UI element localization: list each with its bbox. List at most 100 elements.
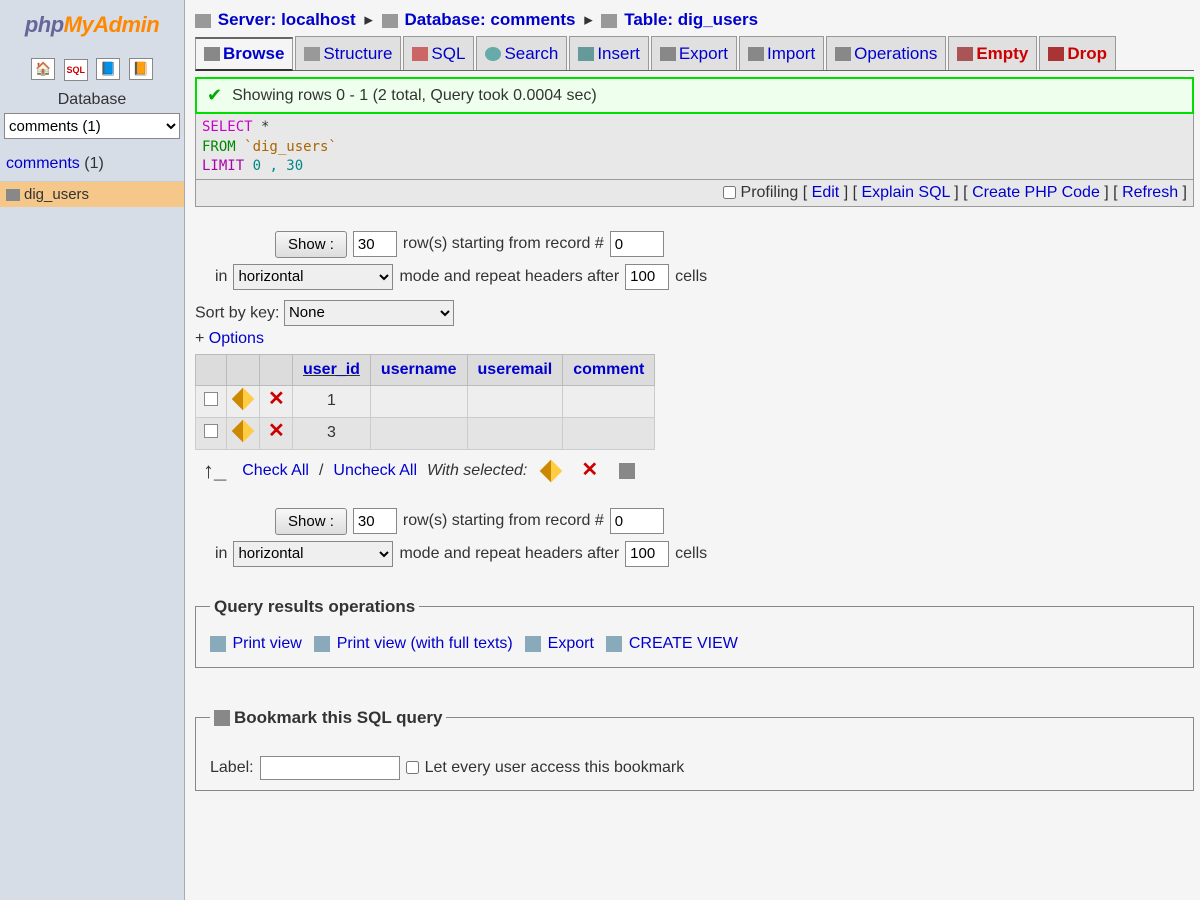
export-icon (660, 47, 676, 61)
empty-icon (957, 47, 973, 61)
database-label: Database (0, 91, 184, 109)
explain-sql-link[interactable]: Explain SQL (861, 184, 949, 201)
options-toggle[interactable]: + Options (195, 330, 1194, 348)
tab-import[interactable]: Import (739, 36, 824, 70)
tab-insert[interactable]: Insert (569, 36, 649, 70)
sql-actions: Profiling [ Edit ] [ Explain SQL ] [ Cre… (195, 180, 1194, 207)
tab-browse[interactable]: Browse (195, 37, 293, 71)
th-comment[interactable]: comment (563, 354, 655, 385)
check-icon: ✔ (207, 85, 222, 106)
tab-search[interactable]: Search (476, 36, 567, 70)
breadcrumb: Server: localhost ▸ Database: comments ▸… (195, 6, 1194, 36)
bulk-delete-icon[interactable]: ✕ (581, 463, 597, 479)
repeat-input[interactable] (625, 541, 669, 567)
show-button[interactable]: Show : (275, 231, 347, 258)
structure-icon (304, 47, 320, 61)
docs-icon[interactable] (96, 58, 120, 80)
in-label: in (215, 268, 227, 286)
logo-myadmin: MyAdmin (64, 12, 160, 37)
export-link[interactable]: Export (548, 635, 594, 652)
rows-input[interactable] (353, 231, 397, 257)
tabs: Browse Structure SQL Search Insert Expor… (195, 36, 1194, 71)
query-window-icon[interactable] (129, 58, 153, 80)
bookmark-legend: Bookmark this SQL query (210, 708, 446, 728)
server-icon (195, 14, 211, 28)
cell-comment (563, 385, 655, 417)
bookmark-icon (214, 710, 230, 726)
view-icon (606, 636, 622, 652)
database-select[interactable]: comments (1) (4, 113, 180, 139)
tab-empty[interactable]: Empty (948, 36, 1037, 70)
logo-php: php (25, 12, 64, 37)
bookmark-input[interactable] (260, 756, 400, 780)
tab-drop[interactable]: Drop (1039, 36, 1116, 70)
bookmark-fieldset: Bookmark this SQL query Label: Let every… (195, 708, 1194, 791)
row-checkbox[interactable] (204, 392, 218, 406)
delete-icon[interactable]: ✕ (268, 424, 284, 440)
delete-icon[interactable]: ✕ (268, 392, 284, 408)
repeat-input[interactable] (625, 264, 669, 290)
print-full-link[interactable]: Print view (with full texts) (337, 635, 513, 652)
mode-label: mode and repeat headers after (399, 545, 619, 563)
edit-icon[interactable] (232, 419, 255, 442)
query-results-operations: Query results operations Print view Prin… (195, 597, 1194, 668)
profiling-label: Profiling (741, 184, 799, 201)
bc-server[interactable]: Server: localhost (218, 10, 356, 29)
rows-input[interactable] (353, 508, 397, 534)
sidebar-db-link[interactable]: comments (1) (0, 151, 184, 177)
show-button[interactable]: Show : (275, 508, 347, 535)
th-user-id[interactable]: user_id (293, 354, 371, 385)
mode-select[interactable]: horizontal (233, 264, 393, 290)
sortkey-label: Sort by key: (195, 304, 279, 321)
table-row: ✕ 3 (196, 417, 655, 449)
rows-label: row(s) starting from record # (403, 512, 604, 530)
edit-sql-link[interactable]: Edit (812, 184, 840, 201)
th-username[interactable]: username (370, 354, 467, 385)
tab-export[interactable]: Export (651, 36, 737, 70)
bookmark-public-checkbox[interactable] (406, 761, 419, 774)
database-icon (382, 14, 398, 28)
cell-useremail (467, 385, 563, 417)
sort-by-key: Sort by key: None (195, 300, 1194, 326)
uncheck-all-link[interactable]: Uncheck All (333, 462, 417, 480)
tab-sql[interactable]: SQL (403, 36, 474, 70)
sql-icon[interactable] (64, 59, 88, 81)
refresh-link[interactable]: Refresh (1122, 184, 1178, 201)
edit-icon[interactable] (232, 387, 255, 410)
print-icon (314, 636, 330, 652)
profiling-checkbox[interactable] (723, 186, 736, 199)
row-checkbox[interactable] (204, 424, 218, 438)
th-useremail[interactable]: useremail (467, 354, 563, 385)
sidebar-table-item[interactable]: dig_users (0, 181, 184, 207)
success-text: Showing rows 0 - 1 (2 total, Query took … (232, 87, 597, 105)
mode-label: mode and repeat headers after (399, 268, 619, 286)
insert-icon (578, 47, 594, 61)
create-php-link[interactable]: Create PHP Code (972, 184, 1100, 201)
show-controls-bottom: Show : row(s) starting from record # (275, 508, 1194, 535)
home-icon[interactable] (31, 58, 55, 80)
tab-operations[interactable]: Operations (826, 36, 946, 70)
with-selected-label: With selected: (427, 462, 527, 480)
bulk-export-icon[interactable] (619, 463, 635, 479)
tab-structure[interactable]: Structure (295, 36, 401, 70)
logo: phpMyAdmin (0, 4, 184, 42)
search-icon (485, 47, 501, 61)
bc-database[interactable]: Database: comments (404, 10, 575, 29)
start-input[interactable] (610, 231, 664, 257)
arrow-up-icon: ↑_ (203, 458, 226, 484)
cells-label: cells (675, 268, 707, 286)
mode-select[interactable]: horizontal (233, 541, 393, 567)
sidebar-iconbar (0, 58, 184, 81)
sortkey-select[interactable]: None (284, 300, 454, 326)
bc-table[interactable]: Table: dig_users (624, 10, 758, 29)
th-checkbox (196, 354, 227, 385)
create-view-link[interactable]: CREATE VIEW (629, 635, 738, 652)
main-content: Server: localhost ▸ Database: comments ▸… (185, 0, 1200, 900)
start-input[interactable] (610, 508, 664, 534)
table-row: ✕ 1 (196, 385, 655, 417)
check-all-link[interactable]: Check All (242, 462, 309, 480)
data-table: user_id username useremail comment ✕ 1 ✕… (195, 354, 655, 450)
bulk-edit-icon[interactable] (540, 459, 563, 482)
print-view-link[interactable]: Print view (232, 635, 301, 652)
bc-sep: ▸ (364, 10, 373, 29)
